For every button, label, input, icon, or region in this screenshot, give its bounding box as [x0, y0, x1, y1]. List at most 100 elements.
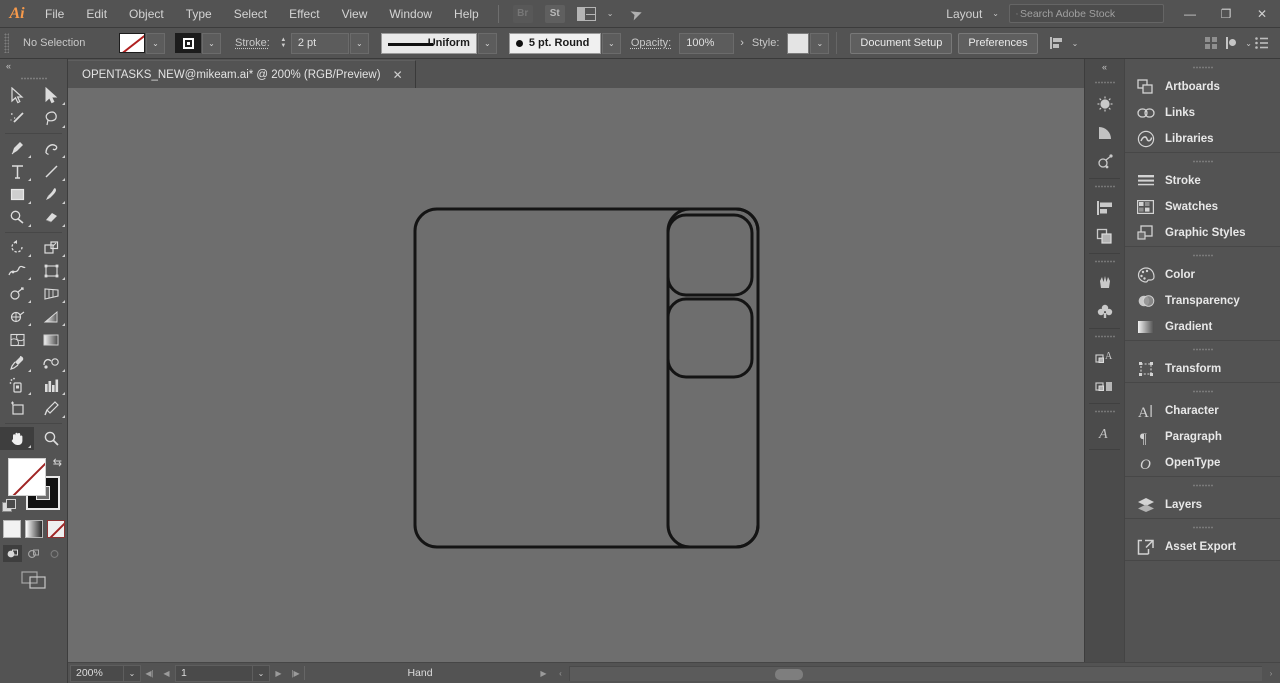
opacity-expand-icon[interactable]: › — [734, 37, 750, 49]
close-button[interactable]: ✕ — [1244, 0, 1280, 28]
fill-color-indicator[interactable] — [8, 458, 46, 496]
panel-group-grip-4[interactable] — [1191, 344, 1214, 355]
brush-libraries-icon[interactable] — [1085, 268, 1124, 297]
brush-definition-field[interactable]: 5 pt. Round — [508, 32, 601, 54]
toolbar-grip[interactable] — [19, 72, 48, 84]
panel-color[interactable]: Color — [1125, 262, 1280, 288]
align-panel-icon[interactable] — [1085, 193, 1124, 222]
panel-layers[interactable]: Layers — [1125, 492, 1280, 518]
symbol-libraries-icon[interactable] — [1085, 297, 1124, 326]
artboard-chevron-down-icon[interactable]: ⌄ — [253, 664, 270, 682]
change-screen-mode-icon[interactable] — [0, 571, 67, 589]
symbols-panel-icon[interactable] — [1085, 118, 1124, 147]
column-graph-tool[interactable] — [34, 374, 68, 397]
mesh-grid-tool[interactable] — [0, 328, 34, 351]
brush-definition-chevron-down-icon[interactable]: ⌄ — [601, 32, 621, 54]
zoom-chevron-down-icon[interactable]: ⌄ — [124, 664, 141, 682]
dock-group-grip-4[interactable] — [1093, 331, 1116, 342]
perspective-grid-tool[interactable] — [34, 282, 68, 305]
panel-group-grip-5[interactable] — [1191, 386, 1214, 397]
status-play-icon[interactable]: ▶ — [535, 665, 552, 682]
curvature-tool[interactable] — [34, 137, 68, 160]
color-mode-gradient[interactable] — [24, 520, 43, 538]
arrange-documents-icon[interactable] — [576, 4, 598, 24]
panel-character[interactable]: A Character — [1125, 398, 1280, 424]
stroke-color-swatch[interactable] — [175, 33, 201, 53]
dock-collapse-button[interactable]: « — [1085, 59, 1124, 75]
minimize-button[interactable]: — — [1172, 0, 1208, 28]
lasso-tool[interactable] — [34, 107, 68, 130]
status-expand-icon[interactable]: ‹ — [552, 665, 569, 682]
more-options-icon[interactable] — [1252, 33, 1272, 53]
menu-help[interactable]: Help — [443, 0, 490, 28]
current-tool-indicator[interactable]: Hand — [305, 667, 535, 679]
menu-select[interactable]: Select — [223, 0, 278, 28]
search-input[interactable] — [1018, 6, 1157, 21]
distribute-chevron-down-icon[interactable]: ⌄ — [1245, 39, 1252, 48]
appearance-panel-icon[interactable]: A — [1085, 343, 1124, 372]
stroke-weight-label[interactable]: Stroke: — [235, 37, 270, 49]
zoom-level-field[interactable]: 200% — [70, 664, 124, 682]
zoom-tool[interactable] — [34, 427, 68, 450]
swap-fill-stroke-icon[interactable]: ⇆ — [53, 456, 62, 469]
stroke-weight-field[interactable]: 2 pt — [290, 32, 349, 54]
distribute-icon[interactable] — [1221, 33, 1241, 53]
panel-transform[interactable]: Transform — [1125, 356, 1280, 382]
control-bar-grip[interactable] — [4, 33, 9, 53]
direct-selection-tool[interactable] — [34, 84, 68, 107]
transform-grid-icon[interactable] — [1201, 33, 1221, 53]
glyphs-panel-icon[interactable]: A — [1085, 418, 1124, 447]
menu-edit[interactable]: Edit — [75, 0, 118, 28]
menu-object[interactable]: Object — [118, 0, 175, 28]
panel-links[interactable]: Links — [1125, 100, 1280, 126]
image-trace-panel-icon[interactable] — [1085, 147, 1124, 176]
gradient-swatch-tool[interactable] — [34, 328, 68, 351]
document-setup-button[interactable]: Document Setup — [850, 32, 953, 54]
panel-group-grip-6[interactable] — [1191, 480, 1214, 491]
draw-behind-icon[interactable] — [24, 545, 43, 562]
fill-chevron-down-icon[interactable]: ⌄ — [146, 32, 165, 54]
panel-gradient[interactable]: Gradient — [1125, 314, 1280, 340]
fill-color-swatch[interactable] — [119, 33, 145, 53]
last-artboard-button[interactable]: |▶ — [287, 665, 304, 682]
mesh-tool[interactable] — [0, 305, 34, 328]
horizontal-scroll-thumb[interactable] — [775, 668, 803, 680]
menu-window[interactable]: Window — [378, 0, 443, 28]
panel-libraries[interactable]: Libraries — [1125, 126, 1280, 152]
pen-tool[interactable] — [0, 137, 34, 160]
paintbrush-tool[interactable] — [34, 183, 68, 206]
eraser-tool[interactable] — [34, 206, 68, 229]
symbol-sprayer-tool[interactable] — [0, 374, 34, 397]
scale-tool[interactable] — [34, 236, 68, 259]
artboard-tool[interactable] — [0, 397, 34, 420]
blend-tool[interactable] — [34, 351, 68, 374]
default-fill-stroke-icon[interactable] — [2, 499, 16, 512]
draw-normal-icon[interactable] — [3, 545, 22, 562]
color-mode-none[interactable] — [46, 520, 65, 538]
eyedropper-tool[interactable] — [0, 351, 34, 374]
stroke-weight-chevron-down-icon[interactable]: ⌄ — [349, 32, 369, 54]
draw-inside-icon[interactable] — [45, 545, 64, 562]
stroke-chevron-down-icon[interactable]: ⌄ — [202, 32, 221, 54]
pathfinder-panel-icon[interactable] — [1085, 222, 1124, 251]
first-artboard-button[interactable]: ◀| — [141, 665, 158, 682]
menu-effect[interactable]: Effect — [278, 0, 330, 28]
panel-group-grip-2[interactable] — [1191, 156, 1214, 167]
adobe-stock-icon[interactable]: St — [544, 4, 566, 24]
discover-rocket-icon[interactable]: ➤ — [625, 4, 647, 24]
panel-artboards[interactable]: Artboards — [1125, 74, 1280, 100]
type-tool[interactable] — [0, 160, 34, 183]
arrange-chevron-down-icon[interactable]: ⌄ — [607, 9, 614, 18]
align-objects-icon[interactable] — [1048, 33, 1068, 53]
panel-opentype[interactable]: O OpenType — [1125, 450, 1280, 476]
document-tab[interactable]: OPENTASKS_NEW@mikeam.ai* @ 200% (RGB/Pre… — [68, 60, 416, 88]
hscroll-right-icon[interactable]: › — [1262, 665, 1280, 682]
align-chevron-down-icon[interactable]: ⌄ — [1072, 39, 1079, 48]
dock-group-grip-2[interactable] — [1093, 181, 1116, 192]
graphic-style-swatch[interactable] — [787, 32, 810, 54]
panel-asset-export[interactable]: Asset Export — [1125, 534, 1280, 560]
artboard-number-field[interactable]: 1 — [175, 664, 253, 682]
toolbar-collapse-button[interactable]: « — [0, 59, 67, 72]
bridge-icon[interactable]: Br — [512, 4, 534, 24]
shape-builder-tool[interactable] — [0, 282, 34, 305]
